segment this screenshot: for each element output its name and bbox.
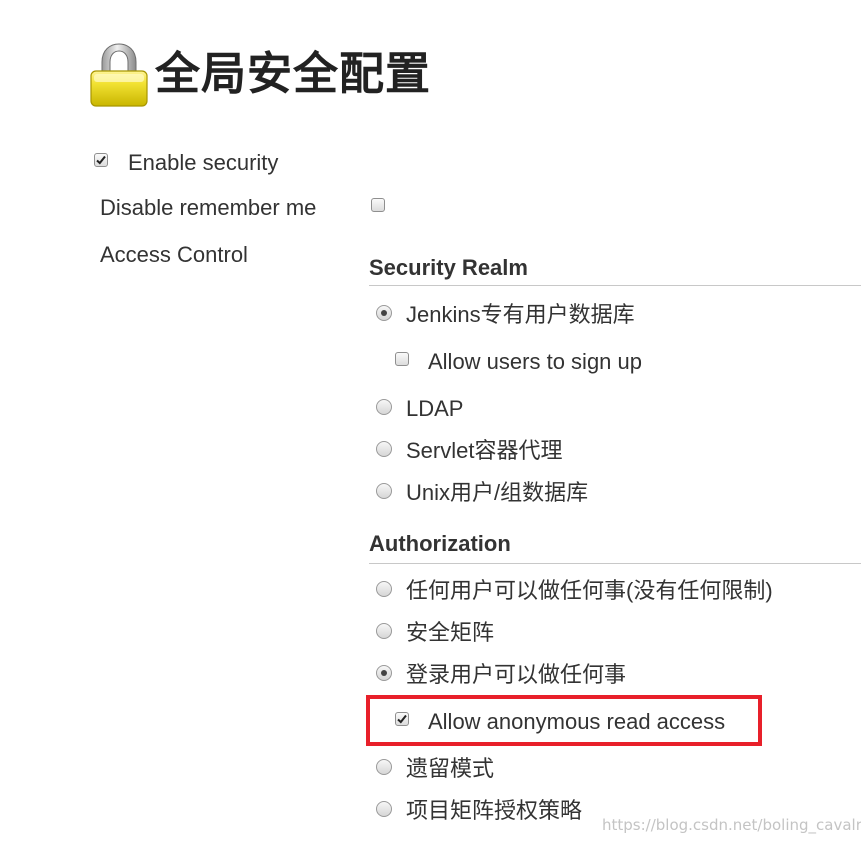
enable-security-label: Enable security — [128, 150, 279, 175]
realm-radio-jenkins-db[interactable] — [376, 305, 392, 321]
security-realm-divider — [369, 285, 861, 286]
disable-remember-me-label: Disable remember me — [100, 195, 317, 220]
realm-option-jenkins-db: Jenkins专有用户数据库 — [406, 302, 635, 327]
realm-radio-unix[interactable] — [376, 483, 392, 499]
auth-radio-matrix[interactable] — [376, 623, 392, 639]
allow-anonymous-read-checkbox[interactable] — [395, 712, 409, 726]
realm-option-servlet: Servlet容器代理 — [406, 438, 563, 463]
auth-option-anyone: 任何用户可以做任何事(没有任何限制) — [406, 578, 773, 603]
allow-signup-label: Allow users to sign up — [428, 349, 642, 374]
auth-radio-project-matrix[interactable] — [376, 801, 392, 817]
auth-radio-legacy[interactable] — [376, 759, 392, 775]
realm-option-unix: Unix用户/组数据库 — [406, 480, 589, 505]
auth-option-legacy: 遗留模式 — [406, 756, 495, 781]
realm-radio-ldap[interactable] — [376, 399, 392, 415]
access-control-label: Access Control — [100, 242, 248, 267]
auth-option-project-matrix: 项目矩阵授权策略 — [406, 798, 583, 823]
disable-remember-me-checkbox[interactable] — [371, 198, 385, 212]
security-realm-title: Security Realm — [369, 255, 528, 280]
lock-icon — [88, 42, 150, 108]
allow-signup-checkbox[interactable] — [395, 352, 409, 366]
auth-radio-anyone[interactable] — [376, 581, 392, 597]
page-title: 全局安全配置 — [155, 47, 432, 100]
watermark: https://blog.csdn.net/boling_cavalry — [602, 816, 861, 834]
allow-anonymous-read-label: Allow anonymous read access — [428, 709, 726, 734]
auth-radio-logged-in[interactable] — [376, 665, 392, 681]
realm-radio-servlet[interactable] — [376, 441, 392, 457]
auth-option-logged-in: 登录用户可以做任何事 — [406, 662, 627, 687]
auth-option-matrix: 安全矩阵 — [406, 620, 495, 645]
authorization-title: Authorization — [369, 531, 511, 556]
enable-security-checkbox[interactable] — [94, 153, 108, 167]
realm-option-ldap: LDAP — [406, 396, 464, 421]
authorization-divider — [369, 563, 861, 564]
